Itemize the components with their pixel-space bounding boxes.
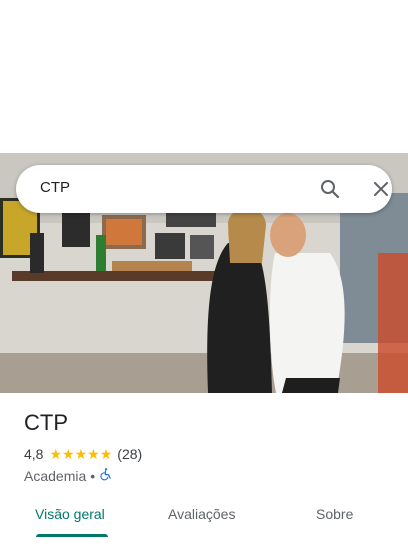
category-row: Academia • <box>24 467 113 484</box>
star-icon: ★ <box>49 446 63 462</box>
search-query[interactable]: CTP <box>40 179 70 196</box>
place-category: Academia <box>24 467 87 484</box>
tab-reviews[interactable]: Avaliações <box>168 506 235 522</box>
star-rating: ★ ★ ★ ★ ★ <box>49 447 112 461</box>
wheelchair-accessible-icon <box>99 467 113 484</box>
star-icon: ★ <box>74 446 88 462</box>
rating-row[interactable]: 4,8 ★ ★ ★ ★ ★ (28) <box>24 446 142 462</box>
star-icon: ★ <box>87 446 100 462</box>
star-icon: ★ <box>99 446 113 462</box>
tab-overview[interactable]: Visão geral <box>35 506 105 522</box>
star-icon: ★ <box>62 446 75 462</box>
active-tab-indicator <box>36 534 108 537</box>
close-icon[interactable] <box>369 177 393 201</box>
search-bar[interactable]: CTP <box>16 165 392 213</box>
rating-value: 4,8 <box>24 446 44 462</box>
place-title: CTP <box>24 410 68 435</box>
search-icon[interactable] <box>318 177 342 201</box>
separator: • <box>90 467 96 484</box>
tab-about[interactable]: Sobre <box>316 506 353 522</box>
review-count[interactable]: (28) <box>117 446 142 462</box>
place-tabs: Visão geral Avaliações Sobre <box>0 495 408 546</box>
